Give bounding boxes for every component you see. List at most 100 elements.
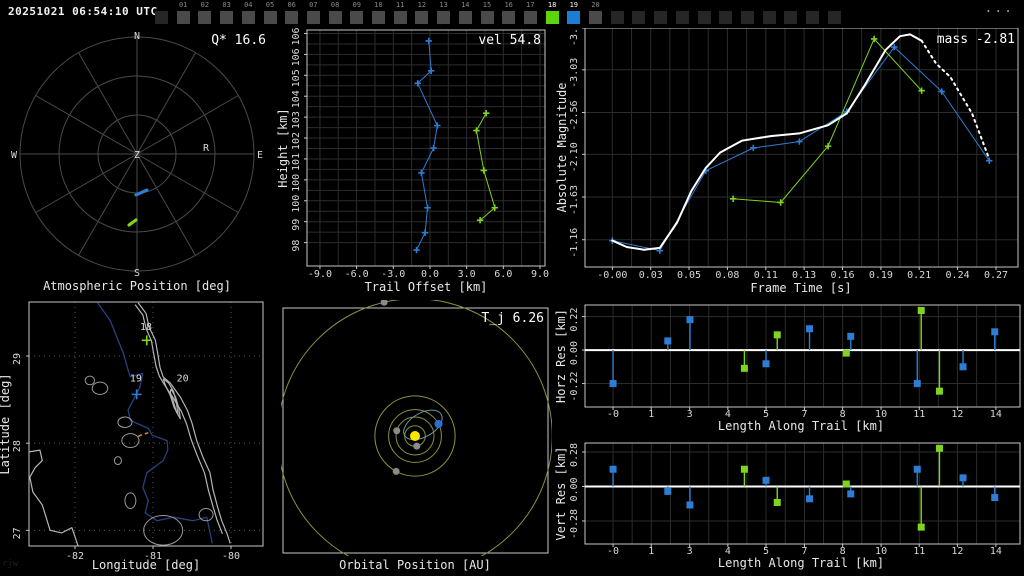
polar-spoke (136, 95, 239, 155)
overflow-menu[interactable]: ... (985, 1, 1014, 16)
x-axis-label: Frame Time [s] (750, 281, 851, 295)
frame-17[interactable]: 17 (523, 0, 537, 28)
radiant-marker: R (203, 143, 210, 154)
frame-slot-empty (632, 0, 646, 28)
x-tick-label: 14 (990, 409, 1002, 420)
meteor-analysis-app: 20251021 06:54:10 UTC 01 02 03 04 05 06 07 08 09… (0, 0, 1024, 576)
station-label-19: 19 (130, 373, 142, 384)
y-tick-label: 100 (291, 174, 302, 192)
coastline (137, 302, 231, 544)
stem-marker-station-18-horz (773, 331, 781, 339)
frame-thumb (762, 11, 776, 24)
frame-20[interactable]: 20 (589, 0, 602, 28)
atmospheric-position-plot: N S W E Z R Q* 16.6 Atmospheric Position [deg] (11, 31, 266, 293)
top-bar: 20251021 06:54:10 UTC 01 02 03 04 05 06 07 08 09… (0, 0, 1024, 28)
plot-frame (584, 442, 1021, 545)
y-tick-label: 106 (291, 48, 302, 66)
y-tick-label: -1.16 (569, 228, 580, 258)
x-tick-label: 0.0 (421, 269, 439, 280)
x-tick-label: 0.21 (907, 270, 931, 281)
polar-spoke (78, 153, 138, 256)
frame-thumb (567, 11, 581, 24)
frame-thumb (306, 11, 320, 24)
frame-01[interactable]: 01 (176, 0, 190, 28)
x-tick-label: 14 (990, 546, 1002, 557)
frame-02[interactable]: 02 (198, 0, 212, 28)
frame-thumb (697, 11, 711, 24)
stem-marker-station-19-vert (913, 465, 921, 473)
frame-thumb (719, 11, 733, 24)
plot-title: Q* 16.6 (211, 33, 266, 48)
x-tick-label: 0.11 (754, 270, 778, 281)
x-tick-label: 11 (913, 409, 925, 420)
data-marker (418, 169, 425, 177)
plots-canvas: -9.0 -6.0 -3.0 0.0 3.0 6.0 9.0 106 106 105 104 103 1… (0, 16, 1021, 572)
stem-marker-station-18-vert (773, 498, 781, 506)
lake (91, 381, 109, 395)
compass-e: E (257, 150, 263, 161)
frame-18[interactable]: 18 (545, 0, 559, 28)
frame-thumb (675, 11, 689, 24)
y-tick-label: -3.03 (569, 58, 580, 88)
stem-marker-station-19-horz (762, 360, 770, 368)
frame-04[interactable]: 04 (241, 0, 255, 28)
x-tick-label: 3 (687, 546, 693, 557)
frame-slot-empty (740, 0, 754, 28)
frame-slot-empty (675, 0, 689, 28)
x-tick-label: -0 (607, 546, 619, 557)
frame-number: 17 (526, 1, 535, 9)
frame-thumb (632, 11, 646, 24)
frame-number: 01 (178, 1, 188, 9)
stem-marker-station-19-horz (847, 332, 855, 340)
frame-12[interactable]: 12 (415, 0, 429, 28)
frame-number: 05 (265, 1, 275, 9)
y-tick-label: 0.28 (569, 443, 580, 467)
vert_res-plot: -0 1 3 4 5 7 8 10 11 12 140.280.00-0.28Length Alon… (554, 442, 1021, 570)
frame-thumb (415, 11, 429, 24)
y-axis-label: Vert Res [km] (554, 447, 568, 541)
frame-number: 20 (591, 1, 600, 9)
orbital-layers (281, 300, 552, 556)
plot-frame (584, 304, 1021, 408)
coastline (29, 449, 79, 546)
x-tick-label: 9.0 (531, 269, 549, 280)
frame-06[interactable]: 06 (285, 0, 299, 28)
frame-08[interactable]: 08 (328, 0, 342, 28)
frame-09[interactable]: 09 (350, 0, 364, 28)
frame-13[interactable]: 13 (437, 0, 451, 28)
frame-15[interactable]: 15 (480, 0, 494, 28)
frame-thumb (480, 11, 494, 24)
lake (84, 375, 96, 386)
frame-thumb (610, 11, 624, 24)
stem-marker-station-19-horz (609, 380, 617, 388)
frame-number: 03 (222, 1, 231, 9)
y-tick-label: -2.56 (569, 100, 580, 130)
x-tick-label: 0.24 (946, 270, 970, 281)
stem-marker-station-18-vert (842, 480, 850, 488)
compass-s: S (134, 268, 140, 279)
frame-14[interactable]: 14 (458, 0, 472, 28)
frame-19[interactable]: 19 (567, 0, 581, 28)
frame-11[interactable]: 11 (393, 0, 407, 28)
coastline (169, 388, 181, 420)
frame-05[interactable]: 05 (263, 0, 277, 28)
data-marker (986, 157, 993, 164)
frame-slot-empty (806, 0, 819, 28)
y-tick-label: 106 (291, 27, 302, 45)
data-marker (796, 138, 803, 145)
frame-03[interactable]: 03 (220, 0, 234, 28)
earth-dot (434, 420, 443, 429)
lake (117, 416, 133, 428)
frame-thumb (437, 11, 451, 24)
ground-track-map: -82 -81 -80292827Longitude [deg]Latitude [… (0, 301, 264, 572)
x-tick-label: 0.08 (715, 270, 739, 281)
stem-marker-station-18-horz (917, 306, 925, 314)
frame-number: 02 (200, 1, 210, 9)
frame-16[interactable]: 16 (502, 0, 516, 28)
stem-marker-station-19-vert (959, 474, 967, 482)
frame-10[interactable]: 10 (372, 0, 385, 28)
frame-07[interactable]: 07 (306, 0, 320, 28)
frame-number: 12 (417, 1, 427, 9)
data-marker (413, 246, 420, 254)
y-axis-label: Height [km] (276, 108, 290, 187)
